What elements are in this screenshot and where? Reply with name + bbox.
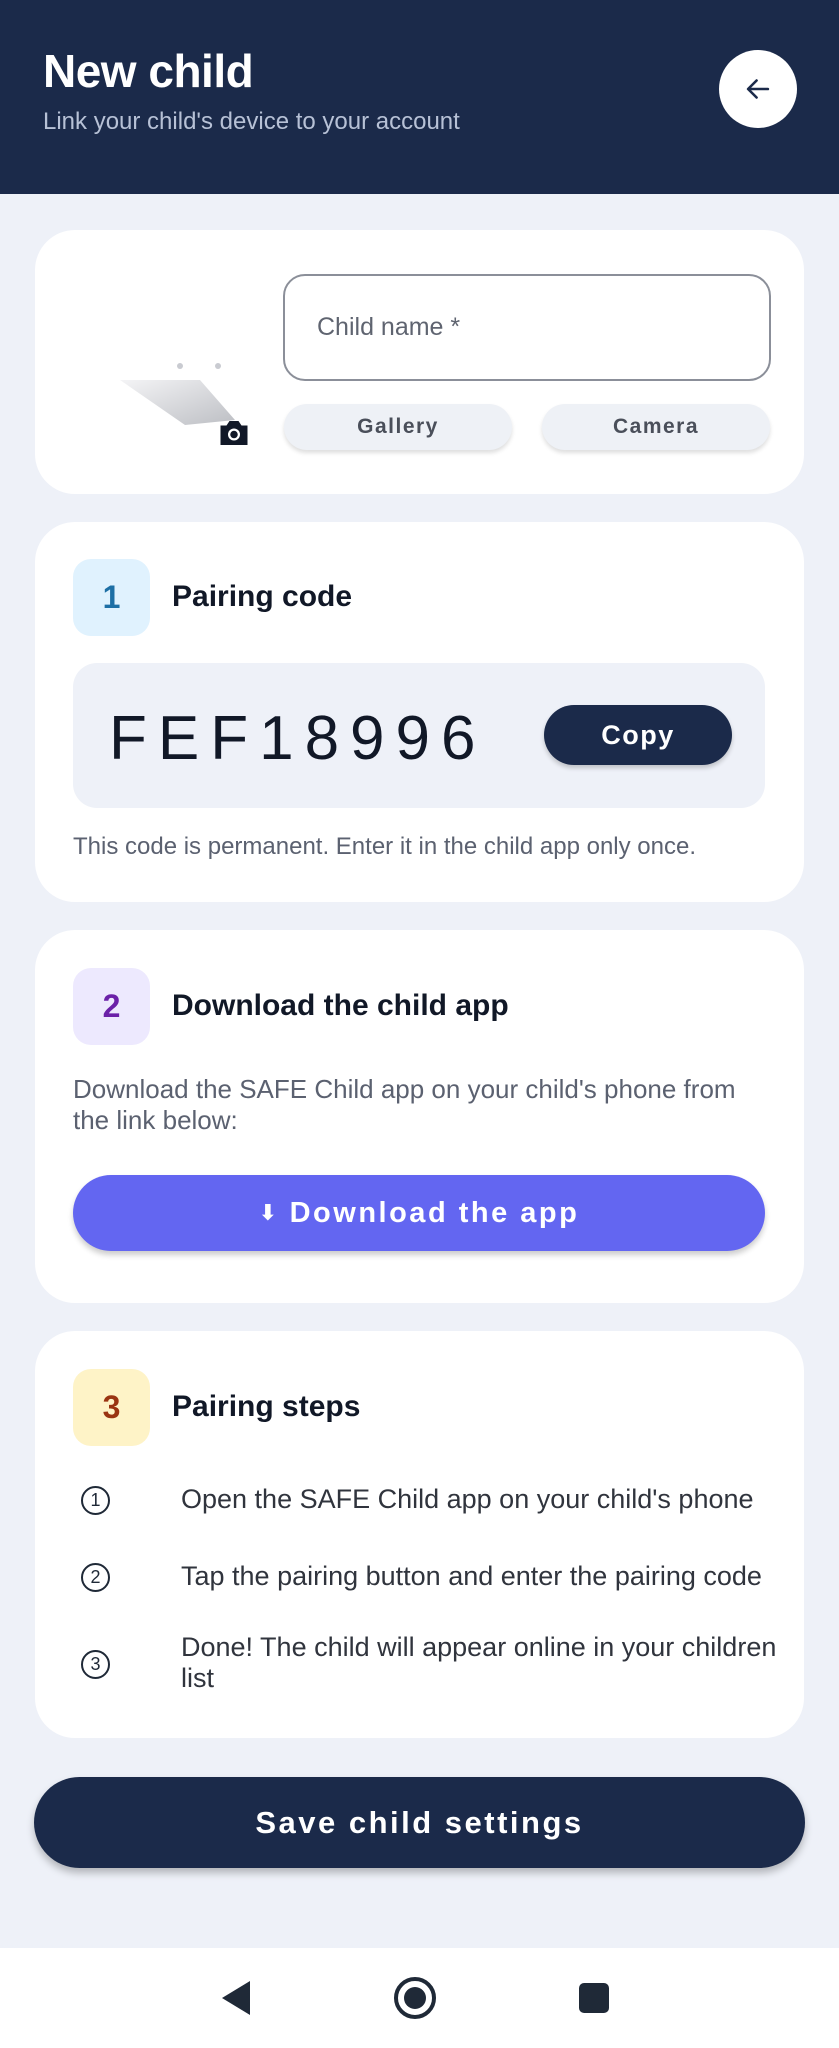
page-subtitle: Link your child's device to your account xyxy=(43,108,460,135)
system-nav-bar xyxy=(0,1948,839,2048)
pairing-code-title: Pairing code xyxy=(172,580,353,613)
download-label: Download the app xyxy=(289,1196,580,1229)
download-app-button[interactable]: ⬇ Download the app xyxy=(73,1175,765,1251)
pairing-steps-card: 3 Pairing steps 1 Open the SAFE Child ap… xyxy=(35,1331,804,1738)
step-badge: 1 xyxy=(73,559,150,636)
pairing-code-card: 1 Pairing code FEF18996 Copy This code i… xyxy=(35,522,804,902)
app-header: New child Link your child's device to yo… xyxy=(0,0,839,194)
step-number: 3 xyxy=(81,1650,110,1679)
gallery-button[interactable]: Gallery xyxy=(284,404,512,450)
code-box: FEF18996 Copy xyxy=(73,663,765,808)
step-text: Done! The child will appear online in yo… xyxy=(181,1632,777,1693)
camera-button[interactable]: Camera xyxy=(542,404,770,450)
step-badge: 3 xyxy=(73,1369,150,1446)
profile-card: Child name * Gallery Camera xyxy=(35,230,804,494)
step-text: Tap the pairing button and enter the pai… xyxy=(181,1561,762,1591)
nav-home-icon[interactable] xyxy=(390,1973,440,2023)
camera-icon[interactable] xyxy=(216,415,252,451)
download-icon: ⬇ xyxy=(258,1200,280,1225)
download-description: Download the SAFE Child app on your chil… xyxy=(73,1074,736,1135)
page-title: New child xyxy=(43,45,254,97)
arrow-left-icon xyxy=(746,79,770,99)
copy-button[interactable]: Copy xyxy=(544,705,732,765)
child-name-input[interactable]: Child name * xyxy=(283,274,771,381)
save-child-settings-button[interactable]: Save child settings xyxy=(34,1777,805,1868)
download-card: 2 Download the child app Download the SA… xyxy=(35,930,804,1303)
step-text: Open the SAFE Child app on your child's … xyxy=(181,1484,754,1514)
pairing-code: FEF18996 xyxy=(109,704,487,773)
pairing-code-note: This code is permanent. Enter it in the … xyxy=(73,833,697,860)
back-button[interactable] xyxy=(719,50,797,128)
nav-back-icon[interactable] xyxy=(211,1973,261,2023)
nav-recents-icon[interactable] xyxy=(569,1973,619,2023)
step-number: 1 xyxy=(81,1486,110,1515)
download-title: Download the child app xyxy=(172,989,509,1022)
step-number: 2 xyxy=(81,1563,110,1592)
pairing-steps-title: Pairing steps xyxy=(172,1390,361,1423)
step-badge: 2 xyxy=(73,968,150,1045)
